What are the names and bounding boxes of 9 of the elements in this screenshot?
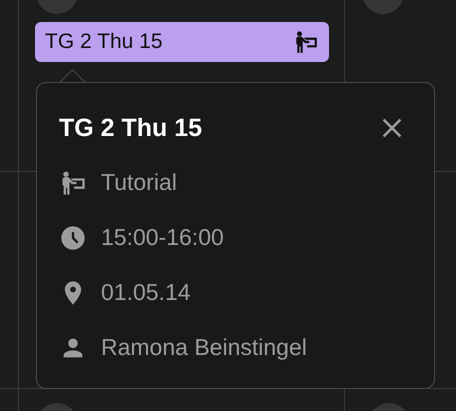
detail-text: Ramona Beinstingel (101, 334, 307, 361)
clock-icon (59, 224, 87, 252)
presenter-icon (293, 29, 319, 55)
popover-title: TG 2 Thu 15 (59, 114, 202, 142)
detail-text: Tutorial (101, 169, 177, 196)
event-chip[interactable]: TG 2 Thu 15 (35, 22, 329, 62)
detail-text: 15:00-16:00 (101, 224, 224, 251)
event-title: TG 2 Thu 15 (45, 30, 163, 54)
detail-text: 01.05.14 (101, 279, 191, 306)
